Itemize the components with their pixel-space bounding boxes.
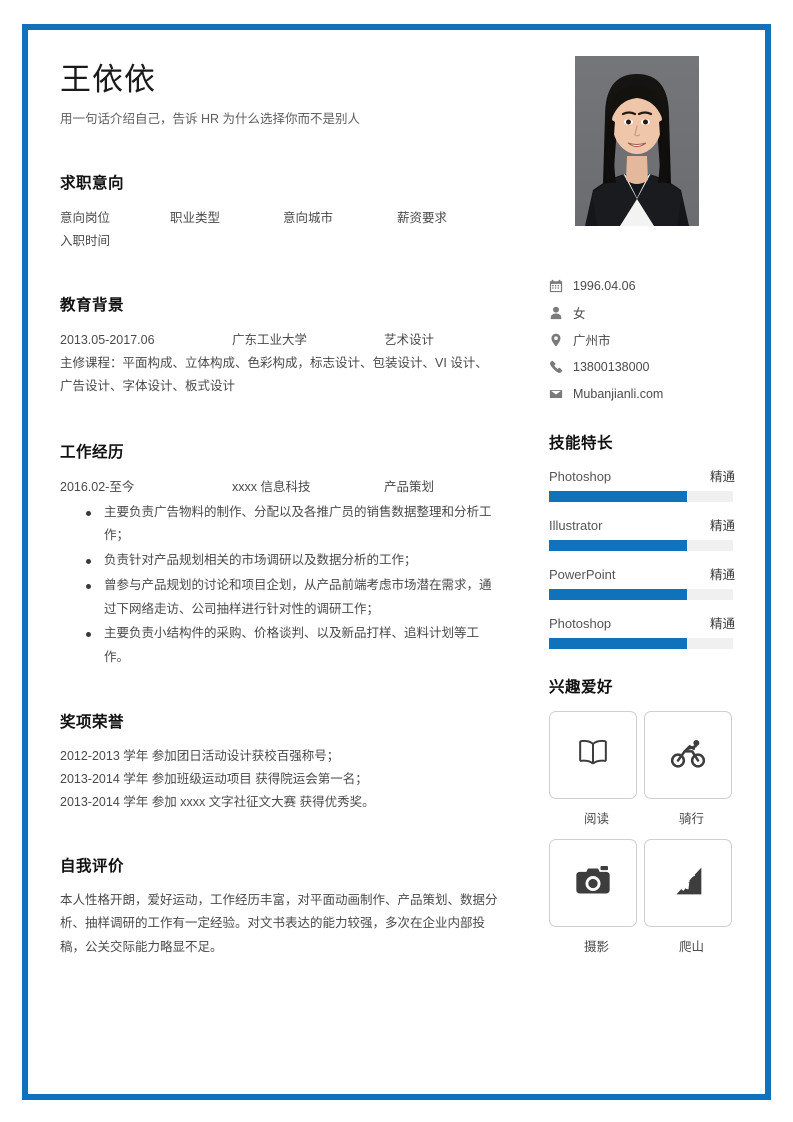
hobby-label: 阅读 [583, 812, 609, 826]
skill-item: PowerPoint 精通 [549, 564, 735, 600]
skill-name: PowerPoint [549, 567, 616, 582]
hobby-tile [549, 711, 637, 799]
mail-icon [549, 387, 573, 401]
contact-value: 1996.04.06 [573, 278, 636, 293]
skills-section: 技能特长 Photoshop 精通 Illustrator 精通 PowerPo… [549, 431, 735, 649]
contact-row-email: Mubanjianli.com [549, 380, 735, 407]
location-icon [549, 333, 573, 347]
job-intention-field-4: 入职时间 [60, 234, 111, 249]
list-item: 2013-2014 学年 参加 xxxx 文字社征文大赛 获得优秀奖。 [60, 795, 375, 810]
bicycle-icon [668, 733, 708, 778]
calendar-icon [549, 279, 573, 293]
contact-value: 13800138000 [573, 359, 650, 374]
list-item: 曾参与产品规划的讨论和项目企划，从产品前端考虑市场潜在需求，通过下网络走访、公司… [86, 574, 500, 622]
education-entry: 2013.05-2017.06 广东工业大学 艺术设计 [60, 329, 500, 352]
profile-photo [575, 56, 699, 226]
hobby-item-climbing: 爬山 [644, 839, 739, 955]
contact-row-gender: 女 [549, 299, 735, 326]
skill-level: 精通 [709, 470, 735, 484]
section-heading-awards: 奖项荣誉 [60, 713, 125, 731]
contact-value: 女 [573, 307, 586, 321]
work-date: 2016.02-至今 [60, 479, 135, 494]
hobby-tile [644, 711, 732, 799]
skill-bar-track [549, 540, 733, 551]
education-major: 艺术设计 [384, 333, 435, 348]
education-school: 广东工业大学 [232, 333, 308, 348]
contact-row-location: 广州市 [549, 326, 735, 353]
skill-level: 精通 [709, 568, 735, 582]
contact-value: 广州市 [573, 334, 611, 348]
hobby-item-photography: 摄影 [549, 839, 644, 955]
work-company: xxxx 信息科技 [232, 479, 311, 494]
skill-bar-fill [549, 491, 687, 502]
skill-name: Photoshop [549, 616, 612, 631]
skill-name: Illustrator [549, 518, 603, 533]
contact-list: 1996.04.06 女 广州市 13800138000 Mubanjianli… [549, 272, 735, 407]
job-intention-field-3: 薪资要求 [397, 210, 448, 225]
climbing-icon [668, 861, 708, 906]
list-item: 主要负责广告物料的制作、分配以及各推广员的销售数据整理和分析工作； [86, 501, 500, 549]
skill-bar-fill [549, 589, 687, 600]
list-item: 2012-2013 学年 参加团日活动设计获校百强称号； [60, 748, 340, 763]
book-icon [573, 733, 613, 778]
self-evaluation-text: 本人性格开朗，爱好运动，工作经历丰富，对平面动画制作、产品策划、数据分析、抽样调… [60, 893, 498, 954]
contact-row-birthdate: 1996.04.06 [549, 272, 735, 299]
job-intention-field-1: 职业类型 [170, 210, 221, 225]
skill-name: Photoshop [549, 469, 612, 484]
contact-row-phone: 13800138000 [549, 353, 735, 380]
skill-item: Photoshop 精通 [549, 613, 735, 649]
section-heading-hobbies: 兴趣爱好 [549, 679, 614, 696]
contact-value: Mubanjianli.com [573, 386, 664, 401]
skill-bar-fill [549, 540, 687, 551]
list-item: 2013-2014 学年 参加班级运动项目 获得院运会第一名； [60, 772, 368, 787]
hobby-label: 骑行 [678, 812, 704, 826]
list-item: 主要负责小结构件的采购、价格谈判、以及新品打样、追料计划等工作。 [86, 622, 500, 670]
section-heading-work: 工作经历 [60, 443, 125, 461]
list-item: 负责针对产品规划相关的市场调研以及数据分析的工作； [86, 549, 500, 573]
candidate-name: 王依依 [60, 62, 156, 97]
hobby-tile [549, 839, 637, 927]
phone-icon [549, 360, 573, 374]
work-role: 产品策划 [384, 479, 435, 494]
skill-bar-track [549, 589, 733, 600]
resume-page: 王依依 用一句话介绍自己，告诉 HR 为什么选择你而不是别人 求职意向 意向岗位… [22, 24, 771, 1100]
hobby-label: 爬山 [678, 940, 704, 954]
section-heading-self-evaluation: 自我评价 [60, 858, 125, 876]
skill-bar-track [549, 638, 733, 649]
hobby-tile [644, 839, 732, 927]
job-intention-fields: 意向岗位 职业类型 意向城市 薪资要求 [60, 207, 500, 230]
education-courses: 主修课程：平面构成、立体构成、色彩构成，标志设计、包装设计、VI 设计、广告设计… [60, 356, 488, 394]
main-column: 王依依 用一句话介绍自己，告诉 HR 为什么选择你而不是别人 求职意向 意向岗位… [60, 30, 500, 959]
job-intention-field-0: 意向岗位 [60, 210, 111, 225]
work-bullet-list: 主要负责广告物料的制作、分配以及各推广员的销售数据整理和分析工作； 负责针对产品… [60, 501, 500, 670]
education-date: 2013.05-2017.06 [60, 333, 155, 348]
section-heading-skills: 技能特长 [549, 435, 614, 452]
hobby-grid: 阅读 骑行 摄影 爬山 [549, 711, 739, 967]
side-column: 1996.04.06 女 广州市 13800138000 Mubanjianli… [549, 30, 735, 967]
candidate-tagline: 用一句话介绍自己，告诉 HR 为什么选择你而不是别人 [60, 112, 361, 127]
job-intention-field-2: 意向城市 [283, 210, 334, 225]
hobbies-section: 兴趣爱好 阅读 骑行 摄影 爬山 [549, 675, 735, 967]
skill-level: 精通 [709, 519, 735, 533]
work-entry: 2016.02-至今 xxxx 信息科技 产品策划 [60, 476, 500, 499]
hobby-item-reading: 阅读 [549, 711, 644, 827]
skill-bar-track [549, 491, 733, 502]
hobby-label: 摄影 [583, 940, 609, 954]
skill-item: Illustrator 精通 [549, 515, 735, 551]
resume-inner: 王依依 用一句话介绍自己，告诉 HR 为什么选择你而不是别人 求职意向 意向岗位… [28, 30, 765, 1094]
hobby-item-cycling: 骑行 [644, 711, 739, 827]
section-heading-education: 教育背景 [60, 297, 125, 315]
skill-bar-fill [549, 638, 687, 649]
section-heading-job-intention: 求职意向 [60, 174, 125, 192]
person-icon [549, 306, 573, 320]
profile-photo-image [575, 56, 699, 226]
skill-level: 精通 [709, 617, 735, 631]
skill-item: Photoshop 精通 [549, 466, 735, 502]
camera-icon [573, 861, 613, 906]
